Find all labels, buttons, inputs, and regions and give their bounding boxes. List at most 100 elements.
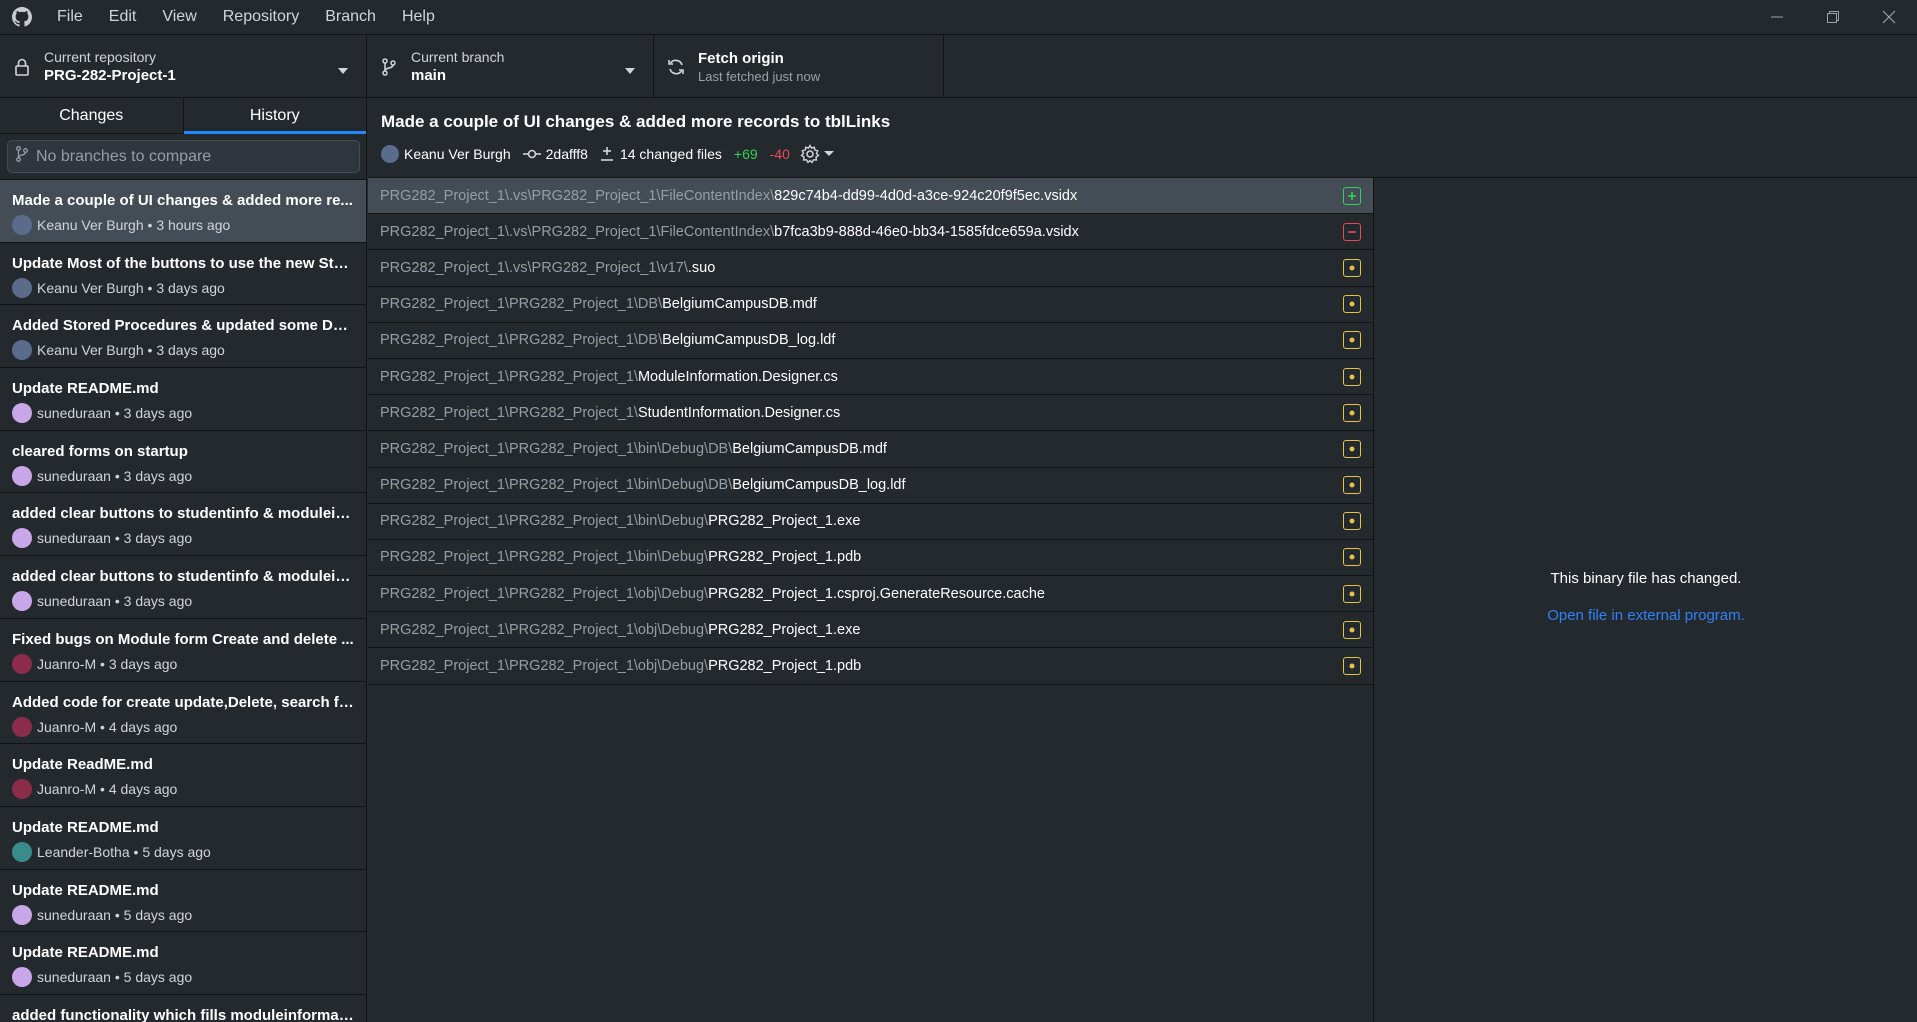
toolbar: Current repository PRG-282-Project-1 Cur… — [0, 34, 1917, 98]
file-name: PRG282_Project_1.csproj.GenerateResource… — [708, 585, 1045, 602]
file-directory: PRG282_Project_1\PRG282_Project_1\bin\De… — [380, 440, 733, 457]
changed-file-row[interactable]: PRG282_Project_1\PRG282_Project_1\Module… — [368, 359, 1373, 396]
settings-button[interactable] — [800, 144, 835, 164]
commit-item-title: Added Stored Procedures & updated some D… — [12, 317, 354, 335]
commit-list-item[interactable]: Update README.md suneduraan • 5 days ago — [0, 932, 366, 995]
file-name: PRG282_Project_1.pdb — [708, 658, 862, 675]
commit-list-item[interactable]: Update README.md suneduraan • 3 days ago — [0, 368, 366, 431]
file-name: 829c74b4-dd99-4d0d-a3ce-924c20f9f5ec.vsi… — [774, 187, 1078, 204]
file-status-modified-icon — [1343, 367, 1361, 386]
commit-list-item[interactable]: added functionality which fills modulein… — [0, 995, 366, 1022]
avatar — [12, 716, 32, 737]
commit-list-item[interactable]: Fixed bugs on Module form Create and del… — [0, 619, 366, 682]
commit-item-title: Made a couple of UI changes & added more… — [12, 192, 353, 209]
close-window-button[interactable] — [1861, 0, 1917, 34]
repository-label: Current repository — [44, 49, 157, 65]
commit-list-item[interactable]: Added code for create update,Delete, sea… — [0, 682, 366, 745]
commit-item-author: Keanu Ver Burgh — [37, 217, 144, 233]
commit-item-author: suneduraan — [37, 906, 111, 923]
minimize-icon — [1771, 16, 1783, 18]
deletions-count: -40 — [769, 146, 790, 162]
current-branch-button[interactable]: Current branch main — [367, 35, 654, 98]
changed-file-row[interactable]: PRG282_Project_1\PRG282_Project_1\bin\De… — [368, 504, 1373, 540]
commit-item-time: 3 days ago — [123, 467, 193, 484]
current-repository-button[interactable]: Current repository PRG-282-Project-1 — [0, 35, 367, 98]
tab-history[interactable]: History — [182, 98, 367, 134]
file-status-modified-icon — [1343, 331, 1361, 350]
file-path: PRG282_Project_1\PRG282_Project_1\Studen… — [380, 405, 840, 421]
separator-dot: • — [110, 906, 124, 923]
commit-list-item[interactable]: Made a couple of UI changes & added more… — [0, 180, 366, 243]
commit-item-meta: suneduraan • 5 days ago — [12, 904, 354, 925]
commit-item-author: suneduraan — [37, 530, 111, 547]
file-name: BelgiumCampusDB_log.ldf — [662, 332, 836, 349]
commit-list-item[interactable]: added clear buttons to studentinfo & mod… — [0, 493, 366, 557]
commit-item-title: Update Most of the buttons to use the ne… — [12, 254, 354, 272]
file-directory: PRG282_Project_1\.vs\PRG282_Project_1\Fi… — [380, 223, 775, 240]
changed-file-row[interactable]: PRG282_Project_1\PRG282_Project_1\bin\De… — [368, 540, 1373, 577]
file-name: PRG282_Project_1.pdb — [708, 549, 862, 566]
commit-item-time: 5 days ago — [123, 969, 193, 986]
chevron-down-icon — [823, 151, 834, 156]
avatar — [12, 277, 32, 298]
changed-file-row[interactable]: PRG282_Project_1\PRG282_Project_1\bin\De… — [368, 431, 1373, 468]
avatar — [12, 591, 32, 612]
commit-sha[interactable]: 2dafff8 — [546, 146, 588, 162]
branch-label: Current branch — [411, 49, 505, 65]
open-external-link[interactable]: Open file in external program. — [1547, 607, 1745, 624]
separator-dot: • — [143, 217, 157, 233]
file-name: BelgiumCampusDB.mdf — [732, 440, 887, 457]
commit-item-author: suneduraan — [37, 969, 111, 986]
avatar — [12, 904, 32, 925]
commit-list-item[interactable]: cleared forms on startup suneduraan • 3 d… — [0, 431, 366, 494]
file-path: PRG282_Project_1\.vs\PRG282_Project_1\v1… — [380, 260, 715, 276]
minimize-button[interactable] — [1749, 0, 1805, 34]
commit-item-title: Added code for create update,Delete, sea… — [12, 693, 354, 711]
file-status-modified-icon — [1343, 295, 1361, 314]
changed-file-row[interactable]: PRG282_Project_1\.vs\PRG282_Project_1\Fi… — [368, 214, 1373, 251]
commit-list-item[interactable]: Update ReadME.md Juanro-M • 4 days ago — [0, 744, 366, 807]
file-directory: PRG282_Project_1\PRG282_Project_1\ — [380, 404, 638, 421]
restore-button[interactable] — [1805, 0, 1861, 34]
changed-file-row[interactable]: PRG282_Project_1\PRG282_Project_1\obj\De… — [368, 576, 1373, 613]
title-bar: File Edit View Repository Branch Help — [0, 0, 1917, 34]
menu-help[interactable]: Help — [389, 0, 448, 34]
menu-repository[interactable]: Repository — [210, 0, 312, 34]
branch-compare-input[interactable]: No branches to compare — [7, 140, 360, 173]
commit-list-item[interactable]: added clear buttons to studentinfo & mod… — [0, 556, 366, 619]
file-name: b7fca3b9-888d-46e0-bb34-1585fdce659a.vsi… — [774, 223, 1079, 240]
commit-list-item[interactable]: Update README.md Leander-Botha • 5 days a… — [0, 807, 366, 870]
fetch-label: Fetch origin — [698, 49, 784, 67]
tab-changes[interactable]: Changes — [0, 98, 183, 133]
file-name: PRG282_Project_1.exe — [708, 621, 861, 638]
changed-file-row[interactable]: PRG282_Project_1\PRG282_Project_1\Studen… — [368, 395, 1373, 432]
menu-file[interactable]: File — [44, 0, 96, 34]
commit-list-item[interactable]: Added Stored Procedures & updated some D… — [0, 305, 366, 369]
changed-file-row[interactable]: PRG282_Project_1\PRG282_Project_1\DB\Bel… — [368, 287, 1373, 323]
file-status-deleted-icon — [1343, 222, 1361, 241]
commit-item-author: suneduraan — [37, 405, 111, 422]
fetch-origin-button[interactable]: Fetch origin Last fetched just now — [654, 35, 944, 98]
menu-edit[interactable]: Edit — [96, 0, 150, 34]
file-path: PRG282_Project_1\PRG282_Project_1\obj\De… — [380, 586, 1045, 602]
changed-file-row[interactable]: PRG282_Project_1\.vs\PRG282_Project_1\v1… — [368, 250, 1373, 287]
separator-dot: • — [110, 467, 124, 484]
changed-file-row[interactable]: PRG282_Project_1\.vs\PRG282_Project_1\Fi… — [368, 178, 1373, 215]
changed-file-row[interactable]: PRG282_Project_1\PRG282_Project_1\DB\Bel… — [368, 323, 1373, 359]
changed-file-row[interactable]: PRG282_Project_1\PRG282_Project_1\obj\De… — [368, 648, 1373, 685]
file-directory: PRG282_Project_1\PRG282_Project_1\bin\De… — [380, 477, 733, 494]
commit-list-item[interactable]: Update README.md suneduraan • 5 days ago — [0, 870, 366, 933]
changed-file-row[interactable]: PRG282_Project_1\PRG282_Project_1\obj\De… — [368, 612, 1373, 649]
file-path: PRG282_Project_1\PRG282_Project_1\bin\De… — [380, 549, 861, 565]
file-name: StudentInformation.Designer.cs — [637, 404, 841, 421]
menu-view[interactable]: View — [149, 0, 209, 34]
changed-file-row[interactable]: PRG282_Project_1\PRG282_Project_1\bin\De… — [368, 468, 1373, 504]
commit-item-meta: suneduraan • 5 days ago — [12, 967, 354, 988]
commit-list-item[interactable]: Update Most of the buttons to use the ne… — [0, 243, 366, 306]
commit-item-meta: suneduraan • 3 days ago — [12, 528, 354, 549]
file-directory: PRG282_Project_1\PRG282_Project_1\DB\ — [380, 332, 663, 349]
diff-viewer: This binary file has changed. Open file … — [1375, 178, 1917, 1022]
commit-item-time: 3 days ago — [108, 655, 178, 672]
chevron-down-icon — [338, 61, 348, 79]
menu-branch[interactable]: Branch — [312, 0, 389, 34]
